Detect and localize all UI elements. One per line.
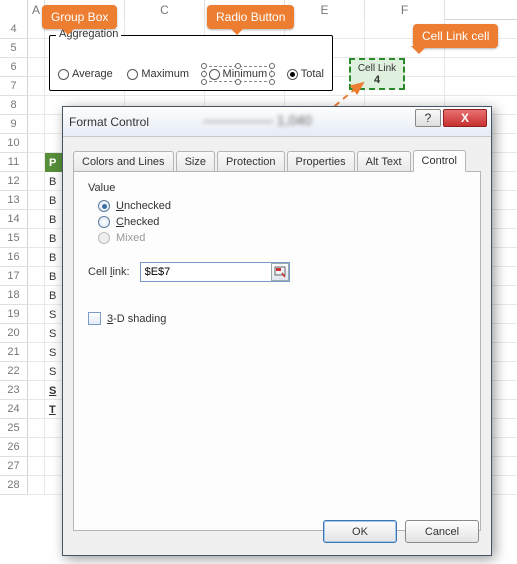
value-section-label: Value — [88, 182, 466, 194]
row-25[interactable]: 25 — [0, 419, 28, 438]
aggregation-groupbox[interactable]: Aggregation Average Maximum Minimum Tota… — [49, 35, 333, 91]
dialog-titlebar[interactable]: Format Control ————— 1,040 ? X — [63, 107, 491, 137]
radio-minimum[interactable]: Minimum — [204, 66, 273, 82]
row-9[interactable]: 9 — [0, 115, 28, 134]
row-21[interactable]: 21 — [0, 343, 28, 362]
range-picker-icon — [274, 266, 286, 278]
opt-checked[interactable]: Checked — [98, 216, 466, 228]
tab-size[interactable]: Size — [176, 151, 215, 172]
range-picker-button[interactable] — [271, 263, 289, 281]
row-5[interactable]: 5 — [0, 39, 28, 58]
dialog-title: Format Control — [69, 115, 149, 129]
col-C[interactable]: C — [125, 0, 205, 20]
callout-groupbox: Group Box — [42, 5, 117, 29]
cell-link-target[interactable]: Cell Link 4 — [349, 58, 405, 90]
cell-link-label: Cell Link — [358, 63, 396, 74]
row-20[interactable]: 20 — [0, 324, 28, 343]
row-4[interactable]: 4 — [0, 20, 28, 39]
radio-label: Total — [301, 68, 324, 80]
cell-link-value: 4 — [374, 74, 380, 86]
row-6[interactable]: 6 — [0, 58, 28, 77]
callout-cell: Cell Link cell — [413, 24, 498, 48]
radio-icon — [98, 216, 110, 228]
radio-icon — [98, 232, 110, 244]
row-18[interactable]: 18 — [0, 286, 28, 305]
radio-total[interactable]: Total — [287, 68, 324, 80]
row-19[interactable]: 19 — [0, 305, 28, 324]
tab-properties[interactable]: Properties — [287, 151, 355, 172]
col-F[interactable]: F — [365, 0, 445, 20]
row-8[interactable]: 8 — [0, 96, 28, 115]
corner-cell — [0, 0, 28, 20]
callout-radio: Radio Button — [207, 5, 294, 29]
radio-average[interactable]: Average — [58, 68, 113, 80]
tab-alt-text[interactable]: Alt Text — [357, 151, 411, 172]
row-28[interactable]: 28 — [0, 476, 28, 495]
blurred-text: ————— 1,040 — [203, 112, 312, 128]
row-24[interactable]: 24 — [0, 400, 28, 419]
row-26[interactable]: 26 — [0, 438, 28, 457]
checkbox-icon — [88, 312, 101, 325]
row-17[interactable]: 17 — [0, 267, 28, 286]
radio-icon — [98, 200, 110, 212]
radio-label: Average — [72, 68, 113, 80]
tab-strip: Colors and Lines Size Protection Propert… — [63, 137, 491, 171]
opt-unchecked[interactable]: Unchecked — [98, 200, 466, 212]
row-23[interactable]: 23 — [0, 381, 28, 400]
help-button[interactable]: ? — [415, 109, 441, 127]
control-panel: Value Unchecked Checked Mixed Cell link:… — [73, 171, 481, 531]
radio-label: Maximum — [141, 68, 189, 80]
row-15[interactable]: 15 — [0, 229, 28, 248]
opt-mixed: Mixed — [98, 232, 466, 244]
opt-label: Mixed — [116, 232, 145, 244]
row-27[interactable]: 27 — [0, 457, 28, 476]
tab-colors-lines[interactable]: Colors and Lines — [73, 151, 174, 172]
opt-label: Checked — [116, 216, 159, 228]
tab-protection[interactable]: Protection — [217, 151, 285, 172]
shading-checkbox-row[interactable]: 3-D shading — [88, 312, 466, 325]
close-button[interactable]: X — [443, 109, 487, 127]
radio-maximum[interactable]: Maximum — [127, 68, 189, 80]
row-11[interactable]: 11 — [0, 153, 28, 172]
row-14[interactable]: 14 — [0, 210, 28, 229]
row-12[interactable]: 12 — [0, 172, 28, 191]
row-10[interactable]: 10 — [0, 134, 28, 153]
shading-label: 3-D shading — [107, 313, 166, 325]
row-13[interactable]: 13 — [0, 191, 28, 210]
row-16[interactable]: 16 — [0, 248, 28, 267]
row-7[interactable]: 7 — [0, 77, 28, 96]
row-22[interactable]: 22 — [0, 362, 28, 381]
radio-label: Minimum — [223, 68, 268, 80]
cell-link-field-label: Cell link: — [88, 266, 130, 278]
radio-row: Average Maximum Minimum Total — [58, 66, 324, 82]
tab-control[interactable]: Control — [413, 150, 466, 172]
cell-link-input[interactable] — [140, 262, 290, 282]
row-headers: 4567891011121314151617181920212223242526… — [0, 20, 28, 564]
col-E[interactable]: E — [285, 0, 365, 20]
ok-button[interactable]: OK — [323, 520, 397, 543]
opt-label: Unchecked — [116, 200, 171, 212]
cancel-button[interactable]: Cancel — [405, 520, 479, 543]
format-control-dialog: Format Control ————— 1,040 ? X Colors an… — [62, 106, 492, 556]
